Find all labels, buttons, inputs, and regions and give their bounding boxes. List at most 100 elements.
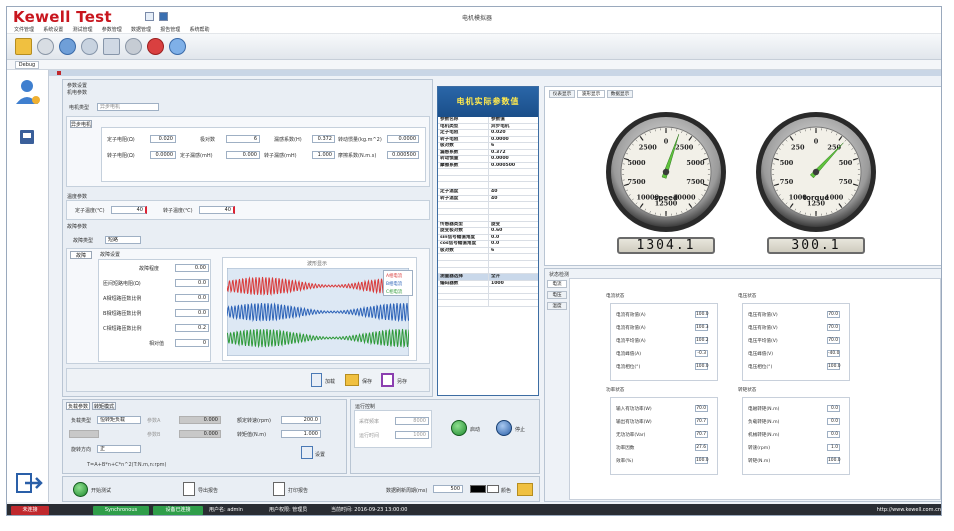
color-swatch[interactable]: [470, 485, 486, 493]
group-title: 功率状态: [606, 388, 625, 393]
run-panel-title: 运行控制: [355, 404, 376, 410]
torque-value-input[interactable]: 1.000: [281, 430, 321, 438]
side-tab-temp[interactable]: 温度: [547, 302, 567, 310]
save-as-icon[interactable]: [381, 373, 394, 387]
fault-type-select[interactable]: 短路: [105, 236, 141, 244]
save-icon[interactable]: [159, 12, 168, 21]
param-value-cell: [488, 293, 538, 300]
param-value-cell: 0.0: [488, 234, 538, 241]
fault-type-label: 故障类型: [73, 238, 94, 244]
stop-icon[interactable]: [496, 420, 512, 436]
fault-sub-title: 故障设置: [100, 252, 121, 258]
status-url[interactable]: http://www.kewell.com.cn: [867, 506, 941, 515]
stator-temp-input[interactable]: 40: [111, 206, 147, 214]
edit-doc-icon[interactable]: [20, 130, 34, 144]
folder-icon[interactable]: [15, 38, 32, 55]
detect-row-label: 转速(rpm): [748, 446, 771, 451]
tab-wave-display[interactable]: 波形显示: [577, 90, 605, 98]
connect-icon[interactable]: [81, 38, 98, 55]
tab-data-display[interactable]: 数据显示: [607, 90, 633, 98]
detect-row-value: 100.0: [695, 457, 709, 464]
legend-phase-a: A相电流: [386, 274, 403, 279]
load-icon[interactable]: [311, 373, 322, 387]
set-icon[interactable]: [301, 446, 313, 459]
refresh-icon[interactable]: [59, 38, 76, 55]
color-dropdown[interactable]: [487, 485, 499, 493]
rotor-leakage-input[interactable]: 1.000: [312, 151, 335, 159]
short-resistance-input[interactable]: 0.0: [175, 279, 209, 287]
speed-gauge: 0250050007500100001250010000750050002500…: [606, 112, 726, 232]
friction-input[interactable]: 0.000500: [387, 151, 419, 159]
tab-torque-mode[interactable]: 转矩模式: [92, 402, 116, 410]
sample-rate-input[interactable]: 8000: [395, 417, 429, 425]
exit-icon[interactable]: [16, 473, 43, 493]
detect-row-value: 0.0: [827, 405, 840, 412]
motor-type-select[interactable]: 异步电机: [97, 103, 159, 111]
field-label: 相对值: [149, 341, 165, 347]
rotor-temp-input[interactable]: 40: [199, 206, 235, 214]
tools-icon[interactable]: [37, 38, 54, 55]
fault-degree-input[interactable]: 0.00: [175, 264, 209, 272]
param-name-cell: 极对数: [440, 247, 454, 253]
inertia-input[interactable]: 0.0000: [387, 135, 419, 143]
tab-async-motor[interactable]: 异步电机: [70, 120, 92, 128]
save-button-label[interactable]: 保存: [362, 378, 372, 385]
detect-row-label: 机械转矩(N.m): [748, 433, 780, 438]
run-time-input[interactable]: 1000: [395, 431, 429, 439]
detect-row-value: 70.0: [827, 311, 840, 318]
side-tab-voltage[interactable]: 电压: [547, 291, 567, 299]
export-report-label[interactable]: 导出报告: [198, 487, 218, 494]
tab-debug[interactable]: Debug: [15, 61, 39, 69]
save-folder-icon[interactable]: [345, 374, 359, 386]
load-button-label[interactable]: 加载: [325, 378, 335, 385]
tab-gauge-display[interactable]: 仪表显示: [549, 90, 575, 98]
detect-row-value: 70.7: [695, 431, 708, 438]
set-button-label[interactable]: 设置: [315, 451, 325, 458]
gauge-tick-label: 500: [839, 159, 853, 167]
settings-icon[interactable]: [125, 38, 142, 55]
leakage-coef-input[interactable]: 0.372: [312, 135, 335, 143]
refresh-input[interactable]: 500: [433, 485, 463, 493]
rated-speed-input[interactable]: 200.0: [281, 416, 321, 424]
user-settings-icon[interactable]: [16, 80, 40, 104]
print-report-label[interactable]: 打印报告: [288, 487, 308, 494]
tab-load-params[interactable]: 负载参数: [66, 402, 90, 410]
start-label[interactable]: 启动: [470, 426, 480, 433]
param-name-cell: sin信号幅值角度: [440, 234, 476, 240]
open-folder-icon[interactable]: [517, 483, 533, 496]
rotor-resistance-input[interactable]: 0.0000: [150, 151, 176, 159]
stop-icon[interactable]: [147, 38, 164, 55]
start-test-label[interactable]: 开始测试: [91, 487, 111, 494]
legend-phase-c: C相电流: [386, 290, 403, 295]
stop-label[interactable]: 停止: [515, 426, 525, 433]
load-type-select[interactable]: 恒转矩负载: [97, 416, 141, 424]
param-value-cell: 0.372: [488, 149, 538, 156]
load-type-label: 负载类型: [71, 418, 92, 424]
stator-resistance-input[interactable]: 0.020: [150, 135, 176, 143]
param-value-cell: 全开: [488, 274, 538, 280]
relative-value-input[interactable]: 0: [175, 339, 209, 347]
help-icon[interactable]: [169, 38, 186, 55]
status-bar: 未连接 Synchronous 设备已连接 用户名: admin 用户权限: 管…: [7, 504, 941, 515]
gauge-tick-label: 5000: [627, 159, 646, 167]
row-label: 额定转速(rpm): [237, 418, 272, 424]
side-tab-current[interactable]: 电流: [547, 280, 567, 288]
stator-leakage-input[interactable]: 0.000: [226, 151, 260, 159]
direction-select[interactable]: 正: [97, 445, 141, 453]
tab-fault[interactable]: 故障: [70, 251, 92, 259]
phase-c-ratio-input[interactable]: 0.2: [175, 324, 209, 332]
start-test-icon[interactable]: [73, 482, 88, 497]
row-label: 转矩值(N.m): [237, 432, 267, 438]
phase-b-ratio-input[interactable]: 0.0: [175, 309, 209, 317]
print-report-icon[interactable]: [273, 482, 285, 496]
start-icon[interactable]: [451, 420, 467, 436]
export-icon[interactable]: [103, 38, 120, 55]
phase-a-ratio-input[interactable]: 0.0: [175, 294, 209, 302]
title-bar: Kewell Test 电机模拟器: [7, 7, 941, 26]
export-report-icon[interactable]: [183, 482, 195, 496]
save-as-button-label[interactable]: 另存: [397, 378, 407, 385]
pole-pairs-input[interactable]: 6: [226, 135, 260, 143]
document-icon[interactable]: [145, 12, 154, 21]
param-name-cell: 旋变极对数: [440, 228, 463, 234]
detect-row-label: 输入有功功率(W): [616, 407, 652, 412]
